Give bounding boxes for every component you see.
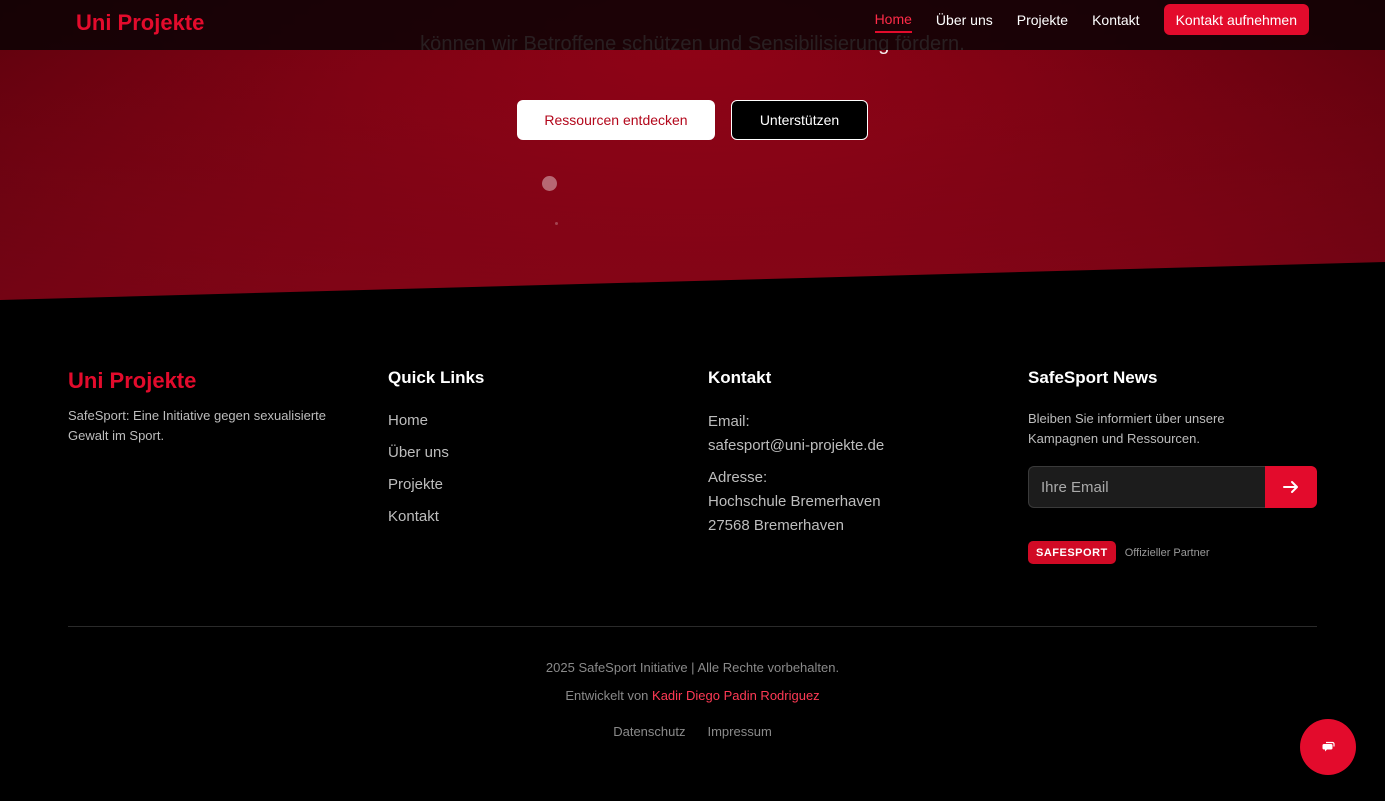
decorative-dot-small (555, 222, 558, 225)
developed-by: Entwickelt von Kadir Diego Padin Rodrigu… (0, 688, 1385, 703)
footer-link-projects[interactable]: Projekte (388, 474, 678, 506)
hero-buttons: Ressourcen entdecken Unterstützen (0, 100, 1385, 140)
contact-cta-button[interactable]: Kontakt aufnehmen (1163, 4, 1309, 35)
nav-link-about[interactable]: Über uns (936, 12, 993, 32)
quick-links-list: Home Über uns Projekte Kontakt (388, 410, 678, 538)
top-navbar: Uni Projekte Home Über uns Projekte Kont… (0, 0, 1385, 50)
address-line-2: 27568 Bremerhaven (708, 517, 844, 534)
quick-links-title: Quick Links (388, 368, 485, 387)
arrow-right-icon (1283, 481, 1298, 493)
imprint-link[interactable]: Impressum (707, 724, 771, 739)
footer-quick-links-column: Quick Links Home Über uns Projekte Konta… (388, 365, 678, 538)
nav-link-home[interactable]: Home (874, 11, 912, 33)
footer-link-contact[interactable]: Kontakt (388, 506, 678, 538)
partner-text: Offizieller Partner (1124, 546, 1210, 559)
email-label: Email: (708, 413, 750, 430)
partner-row: SAFESPORT Offizieller Partner (1028, 541, 1318, 564)
footer-brand-description: SafeSport: Eine Initiative gegen sexuali… (68, 408, 326, 443)
newsletter-submit-button[interactable] (1265, 466, 1317, 508)
privacy-link[interactable]: Datenschutz (613, 724, 685, 739)
newsletter-form (1028, 466, 1317, 508)
nav-links: Home Über uns Projekte Kontakt Kontakt a… (874, 4, 1309, 35)
footer-brand-title: Uni Projekte (68, 368, 197, 393)
contact-address-group: Adresse: Hochschule Bremerhaven 27568 Br… (708, 466, 998, 538)
email-address[interactable]: safesport@uni-projekte.de (708, 434, 998, 458)
contact-email-group: Email: safesport@uni-projekte.de (708, 410, 998, 458)
news-title: SafeSport News (1028, 368, 1158, 387)
contact-details: Email: safesport@uni-projekte.de Adresse… (708, 410, 998, 538)
decorative-dot (542, 176, 557, 191)
chat-bubble-icon (1322, 741, 1335, 752)
footer-link-about[interactable]: Über uns (388, 442, 678, 474)
footer-news-column: SafeSport News Bleiben Sie informiert üb… (1028, 365, 1318, 564)
address-label: Adresse: (708, 469, 768, 486)
support-button[interactable]: Unterstützen (731, 100, 868, 140)
footer-link-home[interactable]: Home (388, 410, 678, 442)
news-description: Bleiben Sie informiert über unsere Kampa… (1028, 411, 1225, 446)
footer-brand-column: Uni Projekte SafeSport: Eine Initiative … (68, 365, 358, 446)
safesport-badge: SAFESPORT (1028, 541, 1116, 564)
newsletter-email-input[interactable] (1028, 466, 1265, 508)
nav-link-projects[interactable]: Projekte (1017, 12, 1068, 32)
copyright-text: 2025 SafeSport Initiative | Alle Rechte … (545, 660, 840, 675)
developer-link[interactable]: Kadir Diego Padin Rodriguez (652, 688, 820, 703)
chat-button[interactable] (1300, 719, 1356, 775)
address-line-1: Hochschule Bremerhaven (708, 493, 881, 510)
contact-title: Kontakt (708, 368, 772, 387)
footer-contact-column: Kontakt Email: safesport@uni-projekte.de… (708, 365, 998, 546)
explore-resources-button[interactable]: Ressourcen entdecken (517, 100, 715, 140)
site-logo[interactable]: Uni Projekte (76, 10, 204, 36)
developed-by-label: Entwickelt von (565, 688, 649, 703)
nav-link-contact[interactable]: Kontakt (1092, 12, 1139, 32)
footer-divider (68, 626, 1317, 627)
legal-links: Datenschutz Impressum (0, 724, 1385, 739)
